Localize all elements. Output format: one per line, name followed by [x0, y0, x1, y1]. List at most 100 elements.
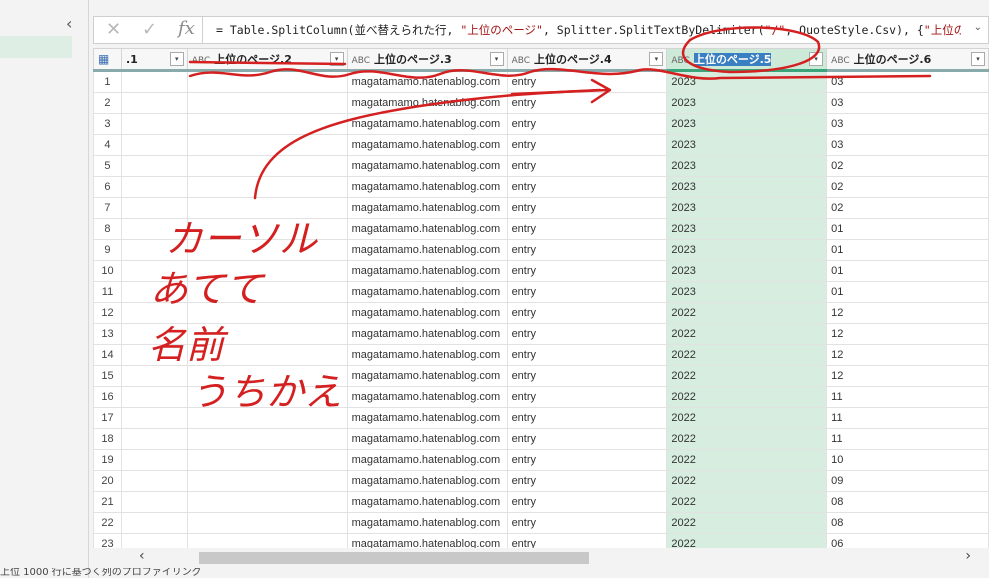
table-cell[interactable]: magatamamo.hatenablog.com [346, 470, 508, 492]
table-cell[interactable] [120, 470, 188, 492]
table-cell[interactable] [186, 449, 348, 471]
table-cell[interactable]: 03 [826, 113, 989, 135]
table-cell[interactable] [120, 344, 188, 366]
column-header[interactable]: ABC 上位のページ.2 ▾ [186, 48, 348, 72]
table-cell[interactable] [120, 134, 188, 156]
table-cell[interactable] [120, 281, 188, 303]
row-number[interactable]: 19 [93, 449, 122, 471]
row-number[interactable]: 5 [93, 155, 122, 177]
table-cell[interactable]: entry [506, 113, 668, 135]
table-cell[interactable]: 01 [826, 260, 989, 282]
table-cell[interactable] [120, 260, 188, 282]
fx-icon[interactable]: fx [178, 18, 195, 39]
table-cell[interactable]: 09 [826, 470, 989, 492]
table-cell[interactable] [120, 218, 188, 240]
table-cell[interactable] [120, 428, 188, 450]
table-cell[interactable] [186, 113, 348, 135]
table-cell[interactable]: entry [506, 323, 668, 345]
text-type-icon[interactable]: ABC [831, 56, 849, 66]
table-cell[interactable]: 12 [826, 365, 989, 387]
table-cell[interactable] [186, 218, 348, 240]
filter-dropdown-icon[interactable]: ▾ [489, 52, 504, 66]
table-icon[interactable]: ▦ [98, 52, 109, 66]
table-cell[interactable]: entry [506, 70, 668, 93]
table-cell[interactable] [186, 281, 348, 303]
filter-dropdown-icon[interactable]: ▾ [169, 52, 184, 66]
table-cell[interactable]: magatamamo.hatenablog.com [346, 344, 508, 366]
table-cell[interactable]: 01 [826, 218, 989, 240]
table-cell[interactable]: 12 [826, 344, 989, 366]
table-cell[interactable]: 2023 [666, 218, 828, 240]
table-cell[interactable]: 2022 [666, 302, 828, 324]
table-cell[interactable] [186, 323, 348, 345]
table-cell[interactable]: magatamamo.hatenablog.com [346, 386, 508, 408]
table-cell[interactable]: magatamamo.hatenablog.com [346, 491, 508, 513]
table-cell[interactable]: magatamamo.hatenablog.com [346, 92, 508, 114]
table-cell[interactable]: entry [506, 197, 668, 219]
row-number[interactable]: 6 [93, 176, 122, 198]
column-header[interactable]: .1 ▾ [120, 48, 188, 72]
table-cell[interactable]: 2023 [666, 176, 828, 198]
row-number[interactable]: 4 [93, 134, 122, 156]
formula-input[interactable]: = Table.SplitColumn(並べ替えられた行, "上位のページ", … [216, 22, 961, 38]
selected-query-item[interactable] [0, 36, 72, 58]
table-cell[interactable]: magatamamo.hatenablog.com [346, 323, 508, 345]
horizontal-scrollbar[interactable]: ‹ › [93, 548, 989, 568]
table-cell[interactable]: entry [506, 176, 668, 198]
row-number[interactable]: 18 [93, 428, 122, 450]
scroll-right-icon[interactable]: › [965, 548, 971, 564]
table-cell[interactable]: 02 [826, 176, 989, 198]
x-icon[interactable]: ✕ [106, 19, 121, 40]
table-cell[interactable]: magatamamo.hatenablog.com [346, 218, 508, 240]
table-cell[interactable]: 2023 [666, 260, 828, 282]
table-cell[interactable]: entry [506, 470, 668, 492]
filter-dropdown-icon[interactable]: ▾ [649, 52, 664, 66]
text-type-icon[interactable]: ABC [512, 56, 530, 66]
table-cell[interactable]: entry [506, 407, 668, 429]
table-cell[interactable] [186, 92, 348, 114]
table-cell[interactable]: 2022 [666, 491, 828, 513]
check-icon[interactable]: ✓ [142, 19, 157, 40]
table-cell[interactable]: 2022 [666, 512, 828, 534]
row-number[interactable]: 12 [93, 302, 122, 324]
table-cell[interactable]: 12 [826, 323, 989, 345]
table-cell[interactable]: magatamamo.hatenablog.com [346, 176, 508, 198]
table-cell[interactable]: 2023 [666, 281, 828, 303]
row-number[interactable]: 20 [93, 470, 122, 492]
table-cell[interactable] [186, 470, 348, 492]
table-cell[interactable]: magatamamo.hatenablog.com [346, 134, 508, 156]
table-cell[interactable] [120, 365, 188, 387]
row-number[interactable]: 14 [93, 344, 122, 366]
table-cell[interactable] [120, 239, 188, 261]
column-header[interactable]: ABC 上位のページ.4 ▾ [506, 48, 668, 72]
table-cell[interactable]: magatamamo.hatenablog.com [346, 155, 508, 177]
row-number[interactable]: 8 [93, 218, 122, 240]
table-cell[interactable]: 2022 [666, 470, 828, 492]
row-number[interactable]: 22 [93, 512, 122, 534]
table-cell[interactable] [120, 155, 188, 177]
text-type-icon[interactable]: ABC [192, 56, 210, 66]
table-cell[interactable]: entry [506, 155, 668, 177]
table-cell[interactable] [120, 92, 188, 114]
table-cell[interactable]: magatamamo.hatenablog.com [346, 260, 508, 282]
row-number[interactable]: 7 [93, 197, 122, 219]
table-cell[interactable]: entry [506, 491, 668, 513]
table-cell[interactable]: 01 [826, 239, 989, 261]
row-number[interactable]: 10 [93, 260, 122, 282]
table-cell[interactable] [186, 491, 348, 513]
table-cell[interactable]: 03 [826, 92, 989, 114]
table-cell[interactable]: 2023 [666, 239, 828, 261]
table-cell[interactable]: magatamamo.hatenablog.com [346, 197, 508, 219]
table-cell[interactable]: 08 [826, 512, 989, 534]
table-cell[interactable]: entry [506, 344, 668, 366]
table-cell[interactable]: entry [506, 281, 668, 303]
table-cell[interactable] [120, 302, 188, 324]
table-cell[interactable] [186, 239, 348, 261]
filter-dropdown-icon[interactable]: ▾ [971, 52, 985, 66]
row-number[interactable]: 13 [93, 323, 122, 345]
table-cell[interactable]: entry [506, 365, 668, 387]
row-number[interactable]: 17 [93, 407, 122, 429]
table-cell[interactable]: 11 [826, 428, 989, 450]
row-number[interactable]: 16 [93, 386, 122, 408]
table-cell[interactable] [186, 344, 348, 366]
